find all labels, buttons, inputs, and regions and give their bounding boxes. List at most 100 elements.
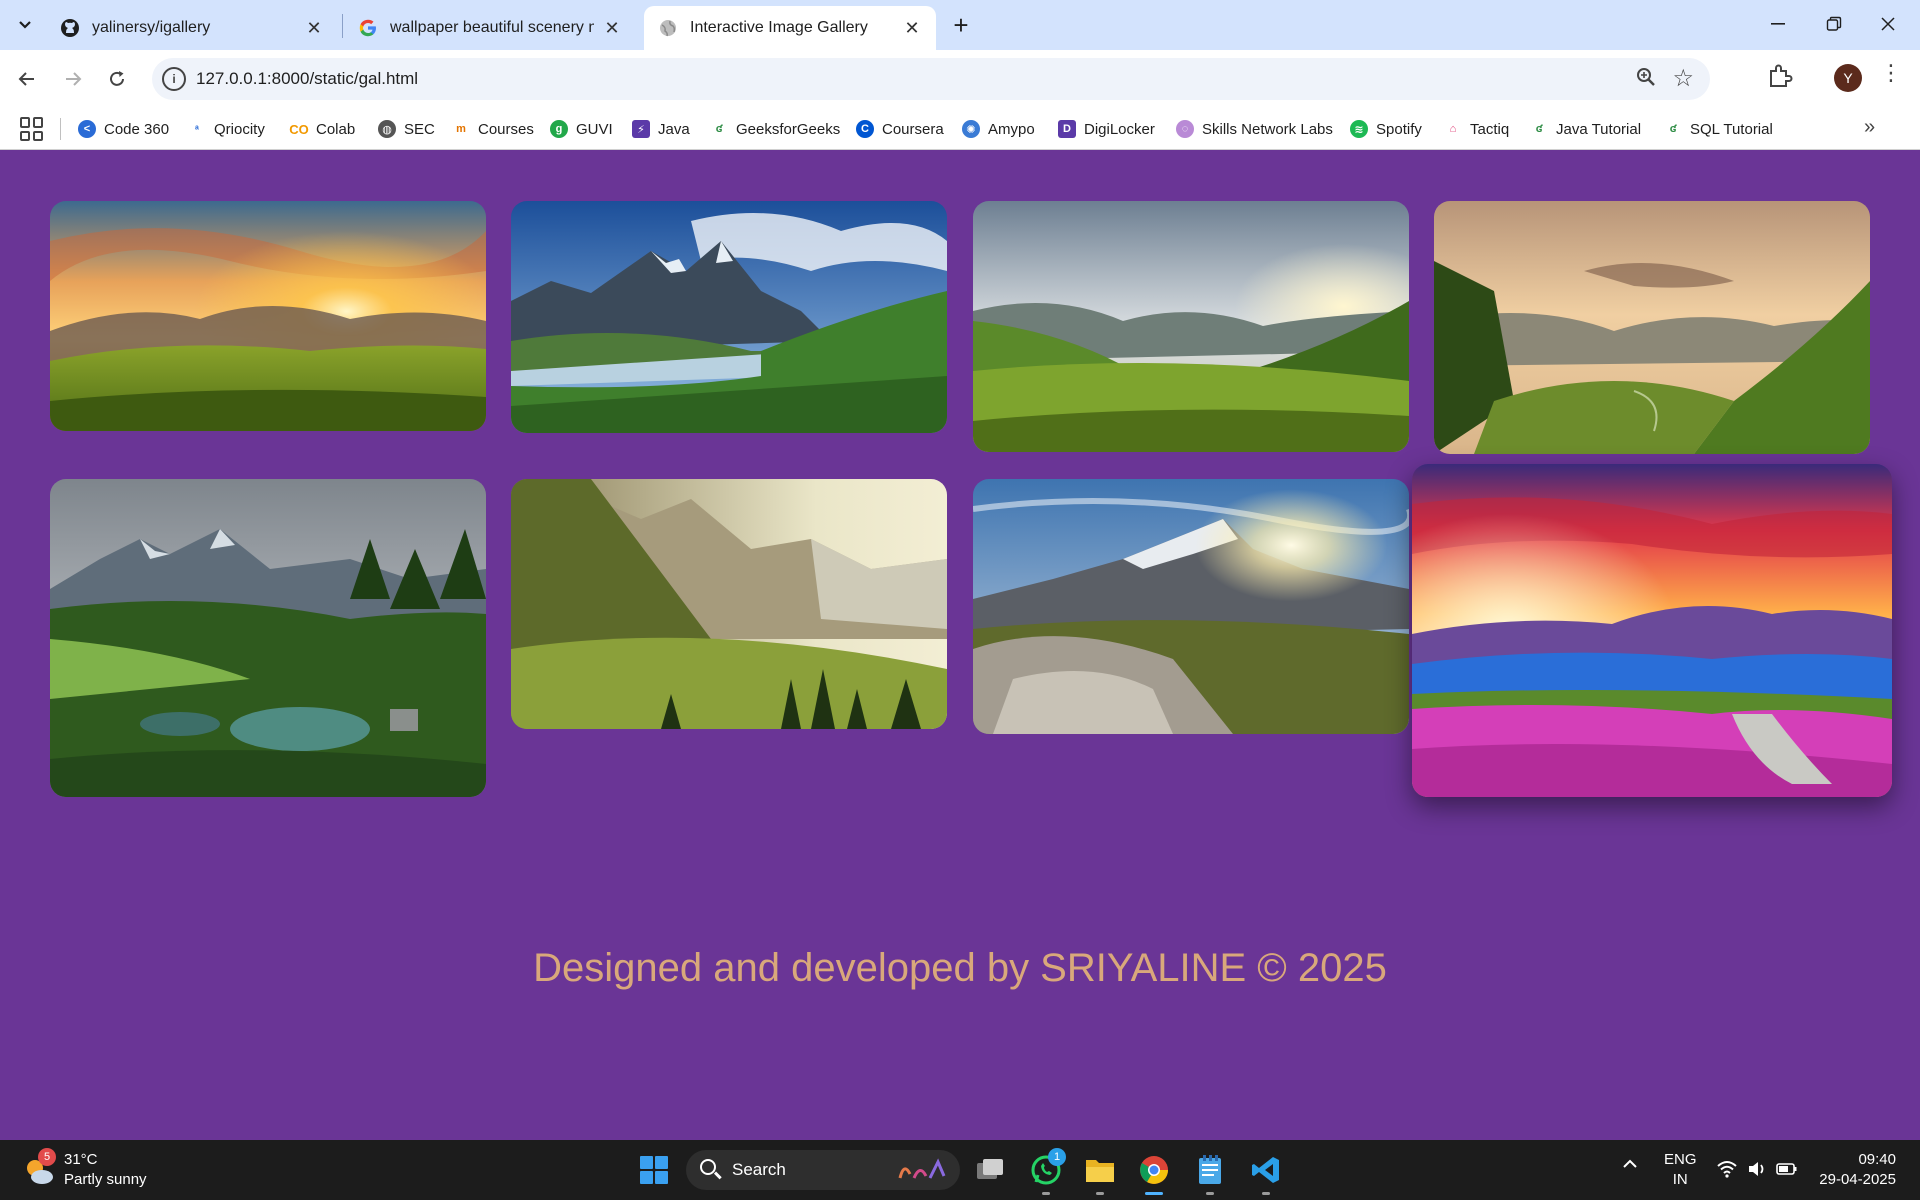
site-info-icon[interactable]: i [162, 67, 186, 91]
bookmark-sec[interactable]: ◍ SEC [378, 117, 435, 141]
tab-separator [342, 14, 343, 38]
coursera-icon: C [856, 120, 874, 138]
bookmark-geeksforgeeks[interactable]: ʛ GeeksforGeeks [710, 117, 840, 141]
notepad-icon[interactable] [1192, 1152, 1228, 1188]
bookmark-java[interactable]: ⚡ Java [632, 117, 690, 141]
app-running-indicator [1206, 1192, 1214, 1195]
java-icon: ⚡ [632, 120, 650, 138]
bookmark-code-360[interactable]: < Code 360 [78, 117, 169, 141]
bookmark-spotify[interactable]: ≋ Spotify [1350, 117, 1422, 141]
vscode-icon[interactable] [1248, 1152, 1284, 1188]
bookmark-label: SEC [404, 120, 435, 138]
tab-google-search[interactable]: wallpaper beautiful scenery mo ✕ [344, 6, 636, 50]
address-bar[interactable]: i 127.0.0.1:8000/static/gal.html ☆ [152, 58, 1710, 100]
footer-credit: Designed and developed by SRIYALINE © 20… [533, 946, 1387, 990]
restore-icon[interactable] [1814, 8, 1854, 40]
minimize-icon[interactable] [1758, 8, 1798, 40]
tray-overflow-chevron-icon[interactable] [1622, 1156, 1638, 1174]
reload-icon[interactable] [100, 62, 134, 96]
tab-github[interactable]: yalinersy/igallery ✕ [46, 6, 338, 50]
gallery-image-alpine-valley-haze[interactable] [511, 479, 947, 729]
browser-toolbar: i 127.0.0.1:8000/static/gal.html ☆ Y ⋮ [0, 50, 1920, 108]
bookmark-qriocity[interactable]: ᵃ Qriocity [188, 117, 265, 141]
code360-icon: < [78, 120, 96, 138]
bookmark-skills-network-labs[interactable]: ◌ Skills Network Labs [1176, 117, 1333, 141]
bookmark-label: Spotify [1376, 120, 1422, 138]
tab-search-chevron-icon[interactable] [10, 10, 40, 40]
bookmark-label: Code 360 [104, 120, 170, 138]
apps-grid-icon[interactable] [20, 117, 44, 141]
bookmark-label: Skills Network Labs [1202, 120, 1333, 138]
taskbar-search[interactable]: Search [686, 1150, 960, 1190]
tab-close-icon[interactable]: ✕ [304, 18, 324, 39]
tab-close-icon[interactable]: ✕ [602, 18, 622, 39]
close-window-icon[interactable] [1868, 8, 1908, 40]
clock-time: 09:40 [1858, 1151, 1896, 1168]
weather-temp: 31°C [64, 1151, 98, 1168]
weather-badge: 5 [38, 1148, 56, 1166]
bookmark-digilocker[interactable]: D DigiLocker [1058, 117, 1155, 141]
battery-icon[interactable] [1776, 1158, 1798, 1180]
amypo-icon: ✺ [962, 120, 980, 138]
bookmark-tactiq[interactable]: ⌂ Tactiq [1444, 117, 1510, 141]
bookmark-label: Java [658, 120, 690, 138]
system-clock[interactable]: 09:40 29-04-2025 [1808, 1150, 1896, 1190]
gallery-image-sunset-meadow[interactable] [50, 201, 486, 431]
bookmark-coursera[interactable]: C Coursera [856, 117, 944, 141]
gallery-image-forest-pond[interactable] [50, 479, 486, 797]
taskbar: 5 31°C Partly sunny Search 1 ENG IN 09:4… [0, 1140, 1920, 1200]
tab-close-icon[interactable]: ✕ [902, 18, 922, 39]
sec-globe-icon: ◍ [378, 120, 396, 138]
weather-desc: Partly sunny [64, 1171, 147, 1188]
wifi-icon[interactable] [1716, 1158, 1738, 1180]
tab-title: wallpaper beautiful scenery mo [390, 19, 594, 36]
new-tab-icon[interactable]: + [948, 12, 974, 38]
chrome-icon[interactable] [1136, 1152, 1172, 1188]
gallery-image-golden-valley[interactable] [1434, 201, 1870, 454]
gfg-icon: ʛ [1535, 123, 1543, 135]
forward-icon[interactable] [56, 62, 90, 96]
gallery-image-rocky-peak-sunburst[interactable] [973, 479, 1409, 734]
gfg-icon: ʛ [715, 123, 723, 135]
search-icon [700, 1159, 716, 1175]
zoom-icon[interactable] [1636, 67, 1656, 93]
bookmark-colab[interactable]: CO Colab [289, 117, 356, 141]
skills-network-icon: ◌ [1176, 120, 1194, 138]
bookmark-star-icon[interactable]: ☆ [1672, 64, 1694, 93]
tab-interactive-gallery[interactable]: Interactive Image Gallery ✕ [644, 6, 936, 50]
bookmark-label: GeeksforGeeks [736, 120, 841, 138]
profile-avatar[interactable]: Y [1834, 64, 1862, 92]
language-code: ENG [1664, 1151, 1697, 1168]
spotify-icon: ≋ [1350, 120, 1368, 138]
bookmark-label: Tactiq [1470, 120, 1510, 138]
task-view-icon[interactable] [972, 1152, 1008, 1188]
extensions-icon[interactable] [1766, 62, 1796, 92]
github-icon [60, 18, 80, 38]
google-icon [358, 18, 378, 38]
tab-title: Interactive Image Gallery [690, 19, 868, 36]
bookmark-courses[interactable]: m Courses [452, 117, 534, 141]
bookmark-amypo[interactable]: ✺ Amypo [962, 117, 1035, 141]
file-explorer-icon[interactable] [1082, 1152, 1118, 1188]
bookmarks-bar: < Code 360 ᵃ Qriocity CO Colab ◍ SEC m Course… [0, 108, 1920, 150]
windows-start-icon[interactable] [640, 1156, 668, 1184]
bookmark-sql-tutorial[interactable]: ʛ SQL Tutorial [1664, 117, 1773, 141]
bookmarks-overflow-icon[interactable]: » [1864, 116, 1875, 139]
browser-menu-icon[interactable]: ⋮ [1880, 60, 1902, 86]
bookmark-guvi[interactable]: g GUVI [550, 117, 613, 141]
gallery-image-flower-field-sunset[interactable] [1412, 464, 1892, 797]
bookmark-label: GUVI [576, 120, 613, 138]
app-active-indicator [1145, 1192, 1163, 1195]
back-icon[interactable] [10, 62, 44, 96]
gallery-image-green-valley-sunrise[interactable] [973, 201, 1409, 452]
bookmark-java-tutorial[interactable]: ʛ Java Tutorial [1530, 117, 1641, 141]
taskbar-search-label: Search [732, 1160, 786, 1179]
bookmark-label: Amypo [988, 120, 1035, 138]
gfg-icon: ʛ [1669, 123, 1677, 135]
language-indicator[interactable]: ENG IN [1664, 1150, 1697, 1190]
bookmark-label: Colab [316, 120, 356, 138]
volume-icon[interactable] [1746, 1158, 1768, 1180]
url-text: 127.0.0.1:8000/static/gal.html [196, 69, 419, 88]
gallery-image-mountain-lake[interactable] [511, 201, 947, 433]
bookmark-label: Courses [478, 120, 534, 138]
